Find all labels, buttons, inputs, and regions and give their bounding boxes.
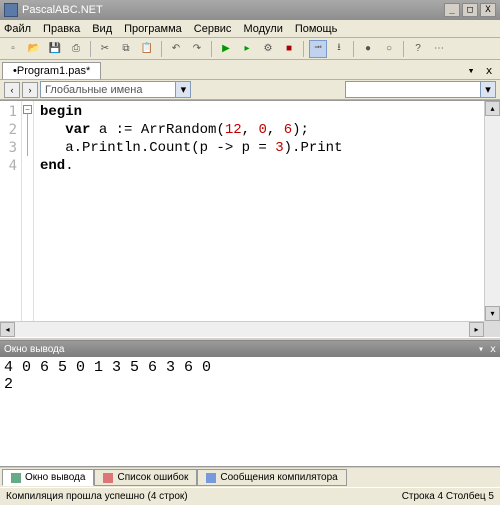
close-button[interactable]: X <box>480 3 496 17</box>
search-bar: ‹ › Глобальные имена ▾ ▾ <box>0 80 500 100</box>
stop-icon[interactable]: ■ <box>280 40 298 58</box>
save-all-icon[interactable]: ⎙ <box>67 40 85 58</box>
line-gutter: 1 2 3 4 <box>0 101 22 321</box>
cursor-position: Строка 4 Столбец 5 <box>402 491 494 502</box>
scroll-right-icon[interactable]: ▸ <box>469 322 484 337</box>
app-icon <box>4 3 18 17</box>
run-no-debug-icon[interactable]: ▸ <box>238 40 256 58</box>
new-file-icon[interactable]: ▫ <box>4 40 22 58</box>
vertical-scrollbar[interactable]: ▴ ▾ <box>484 101 500 321</box>
step-over-icon[interactable]: ⭲ <box>309 40 327 58</box>
paste-icon[interactable]: 📋 <box>138 40 156 58</box>
combo-placeholder: Глобальные имена <box>41 84 147 96</box>
step-into-icon[interactable]: ⭳ <box>330 40 348 58</box>
menu-file[interactable]: Файл <box>4 23 31 35</box>
menu-program[interactable]: Программа <box>124 23 182 35</box>
compiler-icon <box>206 473 216 483</box>
menu-view[interactable]: Вид <box>92 23 112 35</box>
tab-compiler[interactable]: Сообщения компилятора <box>197 469 346 486</box>
error-list-icon <box>103 473 113 483</box>
scroll-left-icon[interactable]: ◂ <box>0 322 15 337</box>
editor[interactable]: 1 2 3 4 − begin var a := ArrRandom(12, 0… <box>0 100 500 321</box>
scroll-down-icon[interactable]: ▾ <box>485 306 500 321</box>
toolbar: ▫ 📂 💾 ⎙ ✂ ⧉ 📋 ↶ ↷ ▶ ▸ ⚙ ■ ⭲ ⭳ ● ○ ? ⋯ <box>0 38 500 60</box>
window-title: PascalABC.NET <box>22 4 103 16</box>
panel-options-icon[interactable]: ▾ <box>478 344 484 355</box>
chevron-down-icon[interactable]: ▾ <box>175 82 190 97</box>
save-icon[interactable]: 💾 <box>46 40 64 58</box>
tabbar: •Program1.pas* ▾ x <box>0 60 500 80</box>
fold-column: − <box>22 101 34 321</box>
compile-icon[interactable]: ⚙ <box>259 40 277 58</box>
open-icon[interactable]: 📂 <box>25 40 43 58</box>
maximize-button[interactable]: □ <box>462 3 478 17</box>
tab-output[interactable]: Окно вывода <box>2 469 94 486</box>
help-icon[interactable]: ? <box>409 40 427 58</box>
scroll-up-icon[interactable]: ▴ <box>485 101 500 116</box>
redo-icon[interactable]: ↷ <box>188 40 206 58</box>
run-icon[interactable]: ▶ <box>217 40 235 58</box>
output-icon <box>11 473 21 483</box>
titlebar: PascalABC.NET _ □ X <box>0 0 500 20</box>
tab-dropdown-icon[interactable]: ▾ <box>464 63 478 77</box>
scroll-corner <box>484 321 500 337</box>
status-bar: Компиляция прошла успешно (4 строк) Стро… <box>0 487 500 505</box>
global-names-combo[interactable]: Глобальные имена ▾ <box>40 81 191 98</box>
output-panel-header: Окно вывода ▾ x <box>0 341 500 357</box>
menubar: Файл Правка Вид Программа Сервис Модули … <box>0 20 500 38</box>
horizontal-scrollbar[interactable]: ◂ ▸ <box>0 321 500 337</box>
copy-icon[interactable]: ⧉ <box>117 40 135 58</box>
breakpoint-icon[interactable]: ● <box>359 40 377 58</box>
nav-fwd-icon[interactable]: › <box>22 82 38 98</box>
toggle-bp-icon[interactable]: ○ <box>380 40 398 58</box>
status-message: Компиляция прошла успешно (4 строк) <box>6 491 188 502</box>
minimize-button[interactable]: _ <box>444 3 460 17</box>
undo-icon[interactable]: ↶ <box>167 40 185 58</box>
nav-back-icon[interactable]: ‹ <box>4 82 20 98</box>
output-area[interactable]: 4 0 6 5 0 1 3 5 6 3 6 0 2 <box>0 357 500 467</box>
menu-modules[interactable]: Модули <box>243 23 282 35</box>
options-icon[interactable]: ⋯ <box>430 40 448 58</box>
panel-close-icon[interactable]: x <box>490 344 496 355</box>
menu-service[interactable]: Сервис <box>194 23 232 35</box>
menu-help[interactable]: Помощь <box>295 23 338 35</box>
fold-toggle-icon[interactable]: − <box>23 105 32 114</box>
members-combo[interactable]: ▾ <box>345 81 496 98</box>
cut-icon[interactable]: ✂ <box>96 40 114 58</box>
bottom-tabs: Окно вывода Список ошибок Сообщения комп… <box>0 467 500 487</box>
output-panel-title: Окно вывода <box>4 344 64 355</box>
tab-errors[interactable]: Список ошибок <box>94 469 197 486</box>
code-area[interactable]: begin var a := ArrRandom(12, 0, 6); a.Pr… <box>34 101 484 321</box>
chevron-down-icon[interactable]: ▾ <box>480 82 495 97</box>
file-tab[interactable]: •Program1.pas* <box>2 62 101 79</box>
tab-close-icon[interactable]: x <box>482 63 496 77</box>
menu-edit[interactable]: Правка <box>43 23 80 35</box>
